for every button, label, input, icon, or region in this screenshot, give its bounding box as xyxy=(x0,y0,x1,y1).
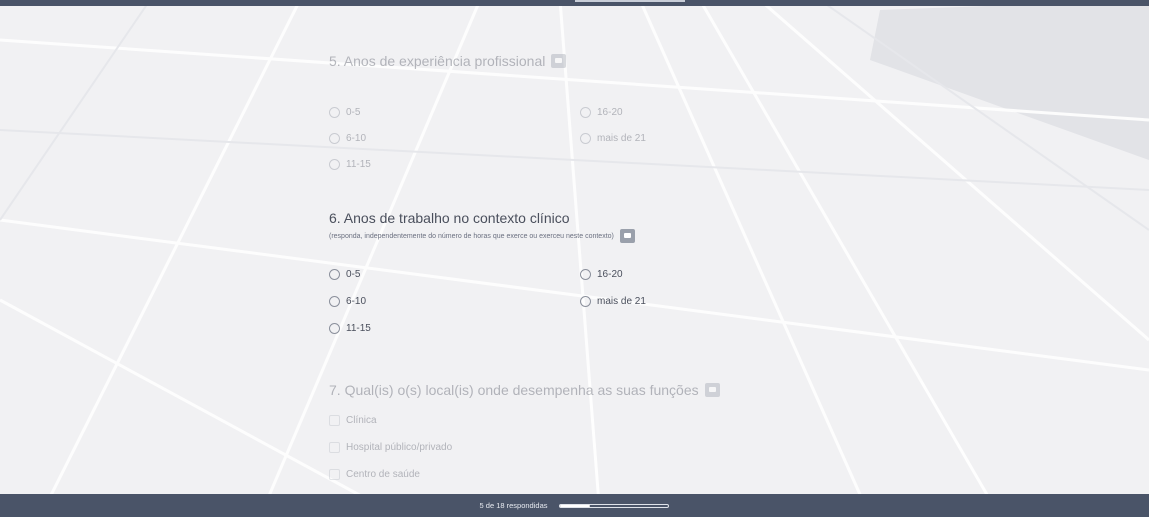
option-label: mais de 21 xyxy=(597,296,646,307)
radio-button-icon[interactable] xyxy=(329,133,340,144)
radio-button-icon[interactable] xyxy=(329,107,340,118)
question-5: 5. Anos de experiência profissional 0-5 … xyxy=(329,52,749,170)
question-6-hint: (responda, independentemente do número d… xyxy=(329,232,614,240)
radio-button-icon[interactable] xyxy=(580,133,591,144)
q7-option-clinica[interactable]: Clínica xyxy=(329,415,377,426)
option-label: 0-5 xyxy=(346,269,361,280)
comment-icon[interactable] xyxy=(551,54,567,68)
survey-content: 5. Anos de experiência profissional 0-5 … xyxy=(0,0,1149,517)
checkbox-icon[interactable] xyxy=(329,469,340,480)
q6-option-6-10[interactable]: 6-10 xyxy=(329,296,366,307)
q7-option-hospital[interactable]: Hospital público/privado xyxy=(329,442,452,453)
option-label: 0-5 xyxy=(346,107,361,118)
radio-button-icon[interactable] xyxy=(580,107,591,118)
comment-icon[interactable] xyxy=(704,383,720,397)
question-6-title: 6. Anos de trabalho no contexto clínico xyxy=(329,210,570,226)
option-label: Centro de saúde xyxy=(346,469,420,480)
radio-button-icon[interactable] xyxy=(329,269,340,280)
radio-button-icon[interactable] xyxy=(329,323,340,334)
option-label: 11-15 xyxy=(346,323,371,334)
top-bar xyxy=(0,0,1149,6)
question-5-title: 5. Anos de experiência profissional xyxy=(329,53,546,69)
radio-button-icon[interactable] xyxy=(329,296,340,307)
progress-fill xyxy=(560,504,591,507)
option-label: 11-15 xyxy=(346,159,371,170)
q6-option-mais-de-21[interactable]: mais de 21 xyxy=(580,296,646,307)
q6-option-16-20[interactable]: 16-20 xyxy=(580,269,623,280)
progress-track xyxy=(559,503,670,508)
comment-icon[interactable] xyxy=(619,229,635,243)
question-7: 7. Qual(is) o(s) local(is) onde desempen… xyxy=(329,381,749,489)
radio-button-icon[interactable] xyxy=(580,269,591,280)
option-label: 16-20 xyxy=(597,269,623,280)
progress-text: 5 de 18 respondidas xyxy=(479,501,548,510)
option-label: Clínica xyxy=(346,415,377,426)
top-bar-indicator xyxy=(575,0,685,2)
option-label: 16-20 xyxy=(597,107,623,118)
radio-button-icon[interactable] xyxy=(580,296,591,307)
question-7-title: 7. Qual(is) o(s) local(is) onde desempen… xyxy=(329,382,699,398)
q5-option-11-15[interactable]: 11-15 xyxy=(329,159,371,170)
q7-option-centro-de-saude[interactable]: Centro de saúde xyxy=(329,469,420,480)
q5-option-mais-de-21[interactable]: mais de 21 xyxy=(580,133,646,144)
radio-button-icon[interactable] xyxy=(329,159,340,170)
option-label: mais de 21 xyxy=(597,133,646,144)
progress-bar-footer: 5 de 18 respondidas xyxy=(0,494,1149,517)
option-label: 6-10 xyxy=(346,133,367,144)
q6-option-11-15[interactable]: 11-15 xyxy=(329,323,371,334)
q6-option-0-5[interactable]: 0-5 xyxy=(329,269,360,280)
q5-option-6-10[interactable]: 6-10 xyxy=(329,133,366,144)
option-label: Hospital público/privado xyxy=(346,442,453,453)
checkbox-icon[interactable] xyxy=(329,415,340,426)
q5-option-0-5[interactable]: 0-5 xyxy=(329,107,360,118)
question-6: 6. Anos de trabalho no contexto clínico … xyxy=(329,209,749,334)
q5-option-16-20[interactable]: 16-20 xyxy=(580,107,623,118)
checkbox-icon[interactable] xyxy=(329,442,340,453)
option-label: 6-10 xyxy=(346,296,367,307)
